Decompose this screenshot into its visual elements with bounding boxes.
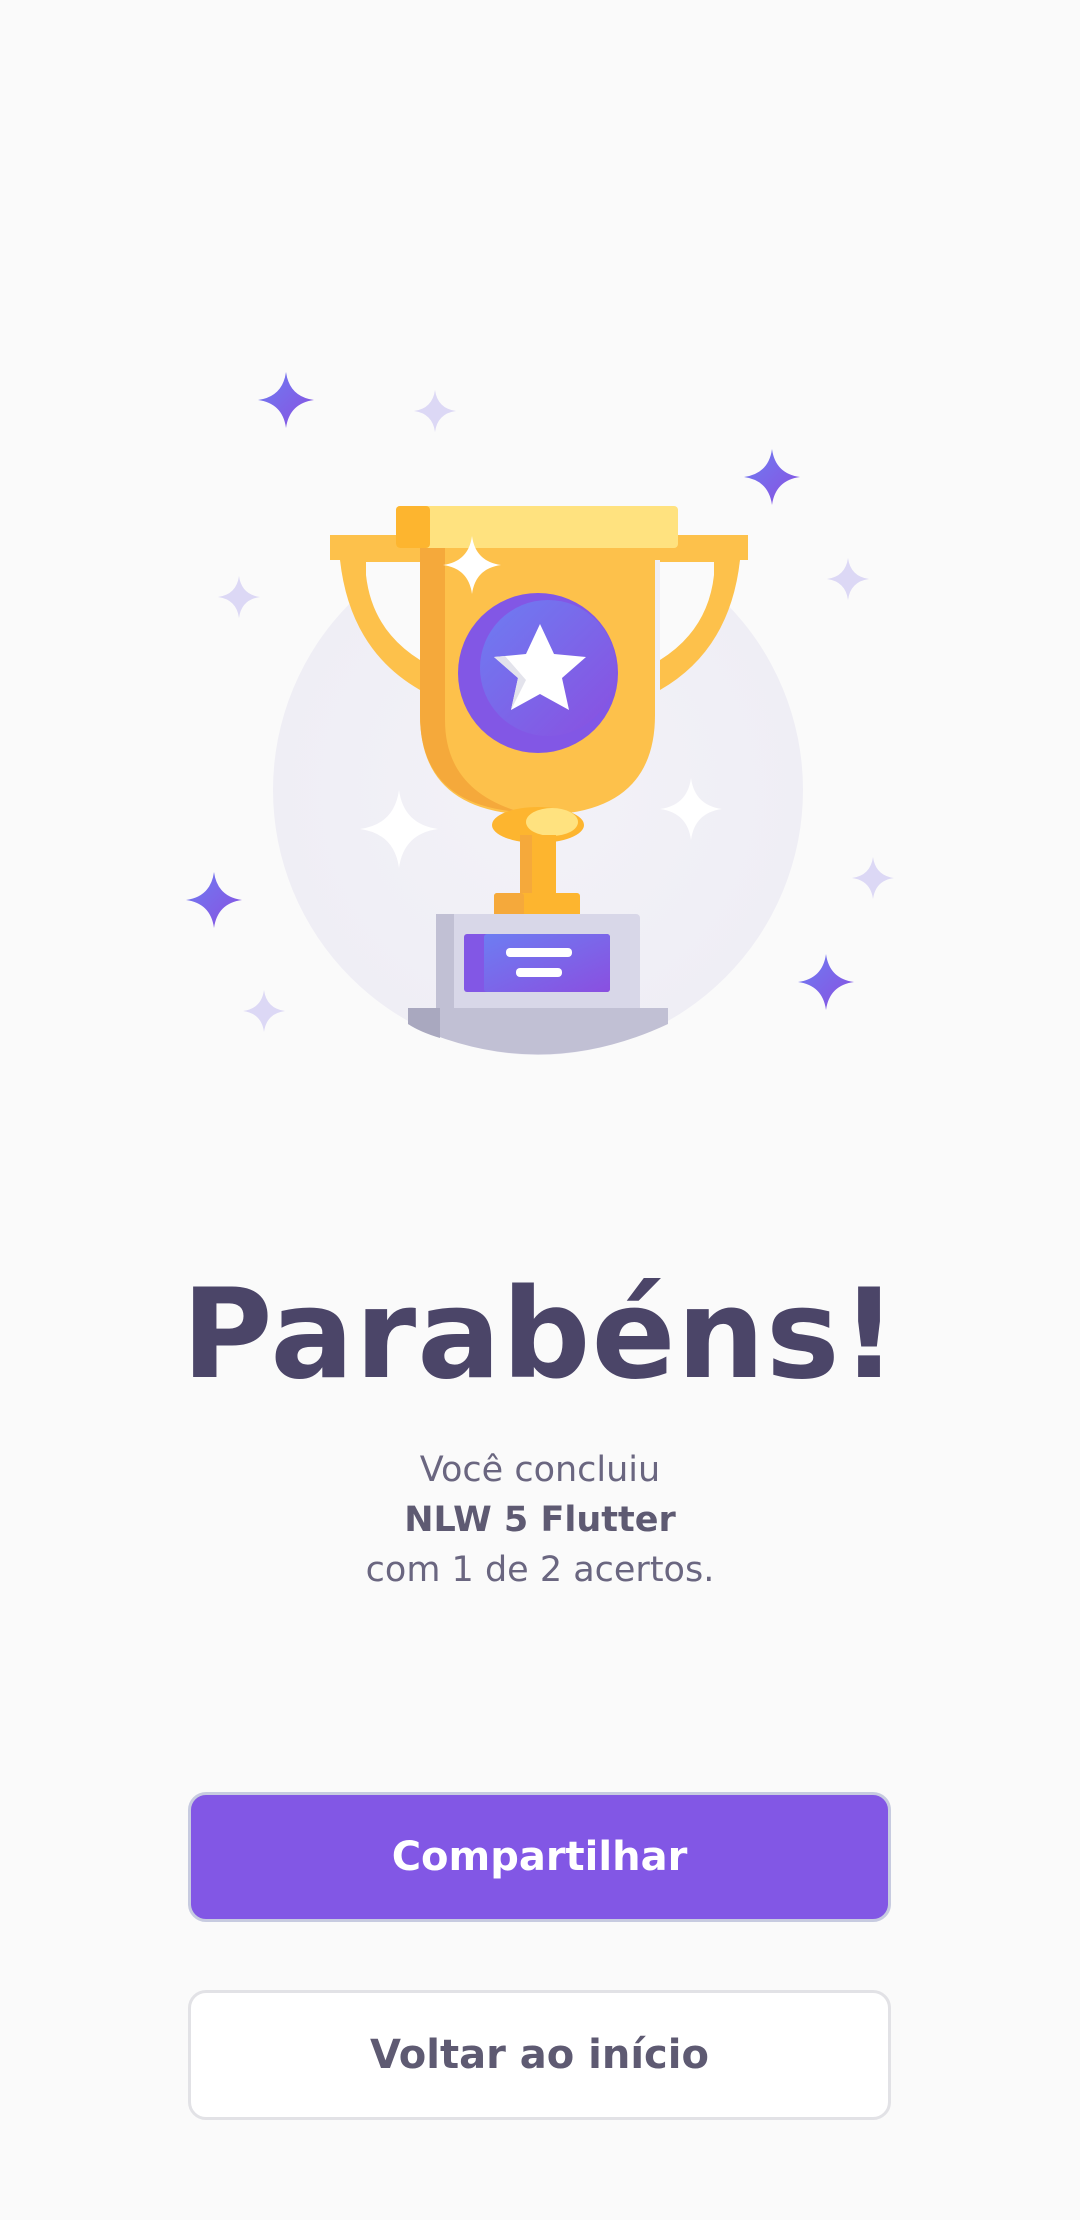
sparkle-icon xyxy=(744,449,800,505)
sparkle-icon xyxy=(827,558,869,600)
result-text-line1: Você concluiu xyxy=(419,1450,661,1490)
page-title: Parabéns! xyxy=(181,1263,899,1407)
sparkle-icon xyxy=(243,990,285,1032)
result-score-text: com 1 de 2 acertos. xyxy=(365,1550,715,1590)
share-button[interactable]: Compartilhar xyxy=(188,1792,891,1922)
share-button-label: Compartilhar xyxy=(391,1834,688,1880)
trophy-illustration xyxy=(186,372,894,1055)
trophy-pedestal xyxy=(408,1008,668,1055)
sparkle-icon xyxy=(798,954,854,1010)
back-to-home-button[interactable]: Voltar ao início xyxy=(188,1990,891,2120)
sparkle-icon xyxy=(186,872,242,928)
sparkle-icon xyxy=(218,576,260,618)
result-summary: Você concluiu NLW 5 Flutter com 1 de 2 a… xyxy=(0,1445,1080,1595)
sparkle-icon xyxy=(258,372,314,428)
sparkle-icon xyxy=(852,857,894,899)
trophy-rim xyxy=(396,506,678,548)
sparkle-icon xyxy=(414,390,456,432)
back-to-home-button-label: Voltar ao início xyxy=(370,2032,709,2078)
course-name: NLW 5 Flutter xyxy=(404,1500,676,1540)
